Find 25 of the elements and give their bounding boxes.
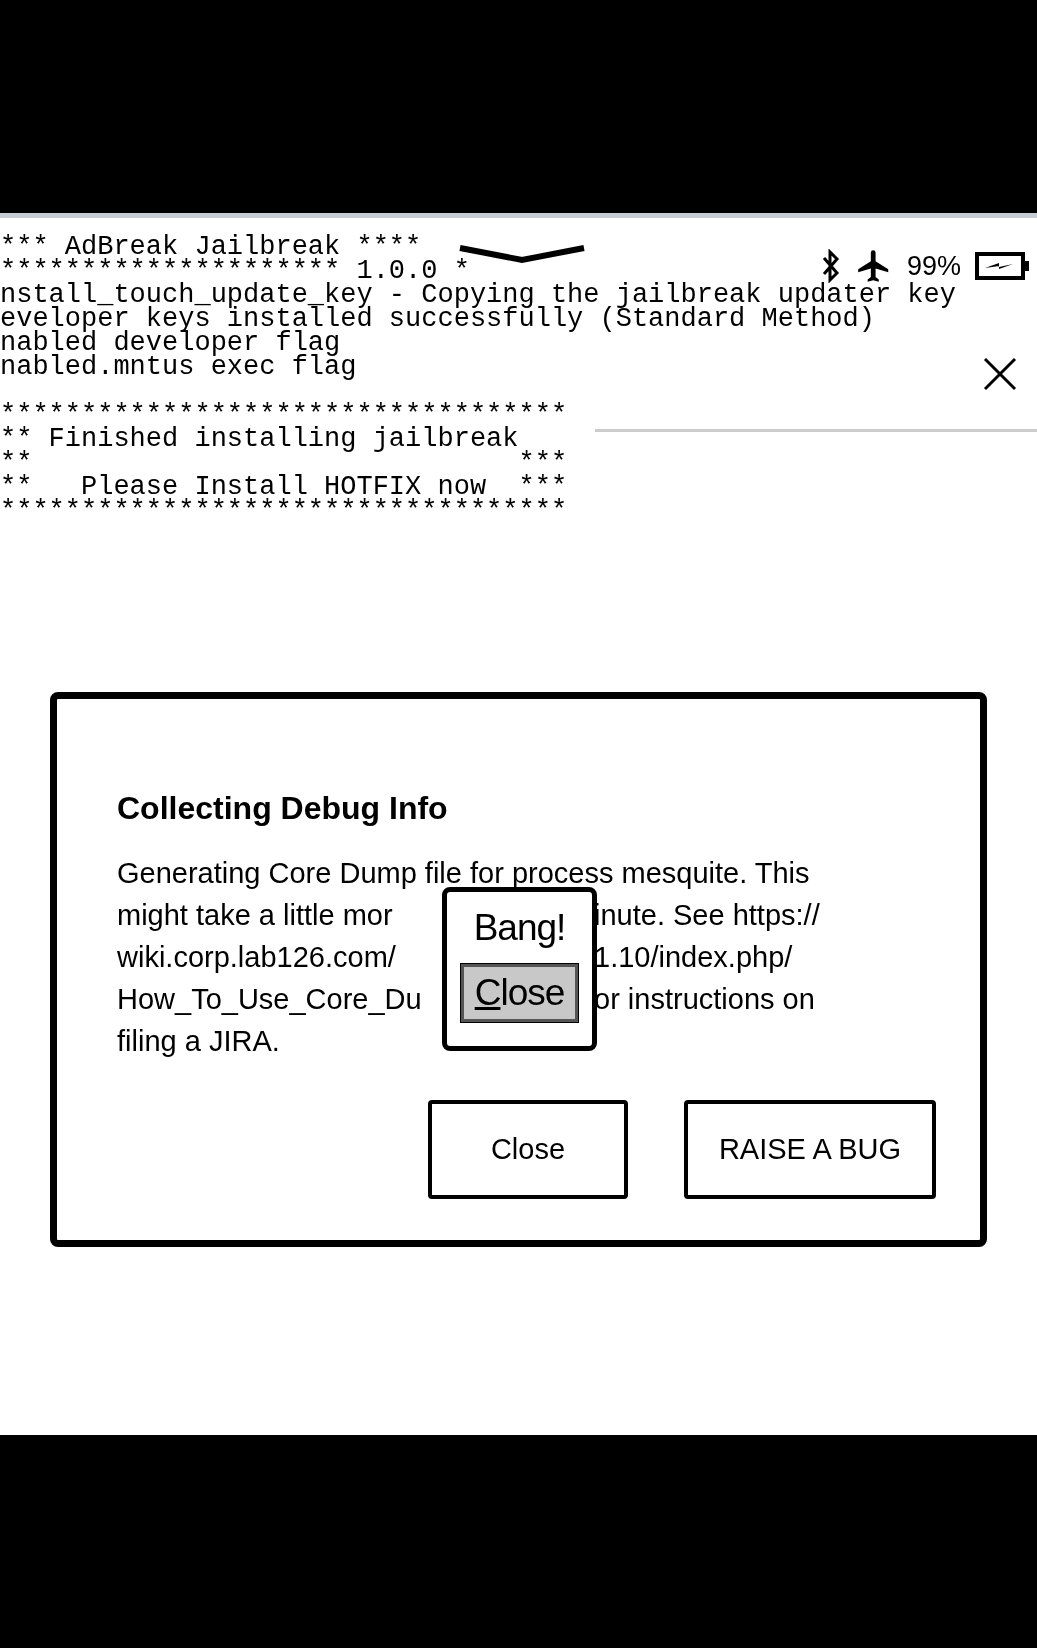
body-text: inute. See https:// [594,898,820,933]
terminal-line: ********************* 1.0.0 * [0,259,470,283]
terminal-line: *** AdBreak Jailbreak **** [0,235,422,259]
terminal-line: ** Finished installing jailbreak [0,427,519,451]
terminal-line: nabled developer flag [0,331,341,355]
terminal-line: ** Please Install HOTFIX now *** [0,475,568,499]
terminal-line: ** *** [0,451,568,475]
dialog-button[interactable]: RAISE A BUG [684,1100,936,1199]
body-text: How_To_Use_Core_Du [117,983,422,1015]
alert-message: Bang! [473,906,566,950]
terminal-line: *********************************** [0,499,568,523]
terminal-line: nabled.mntus exec flag [0,355,357,379]
dialog-button[interactable]: Close [428,1100,628,1199]
alert-close-button[interactable]: Close [461,964,578,1022]
terminal-line: *********************************** [0,403,568,427]
close-icon[interactable] [983,357,1017,391]
body-text: Generating Core Dump file for process mesquite. This [117,857,810,889]
terminal-line: nstall_touch_update_key - Copying the jailbreak updater key [0,283,956,307]
body-text: wiki.corp.lab126.com/ [117,941,396,973]
body-text: 1.10/index.php/ [594,940,793,975]
dialog-title: Collecting Debug Info [117,789,449,828]
body-text: might take a little mor [117,899,393,931]
terminal-line: eveloper keys installed successfully (Standard Method) [0,307,875,331]
body-text: filing a JIRA. [117,1025,280,1057]
battery-percent: 99% [906,250,961,282]
